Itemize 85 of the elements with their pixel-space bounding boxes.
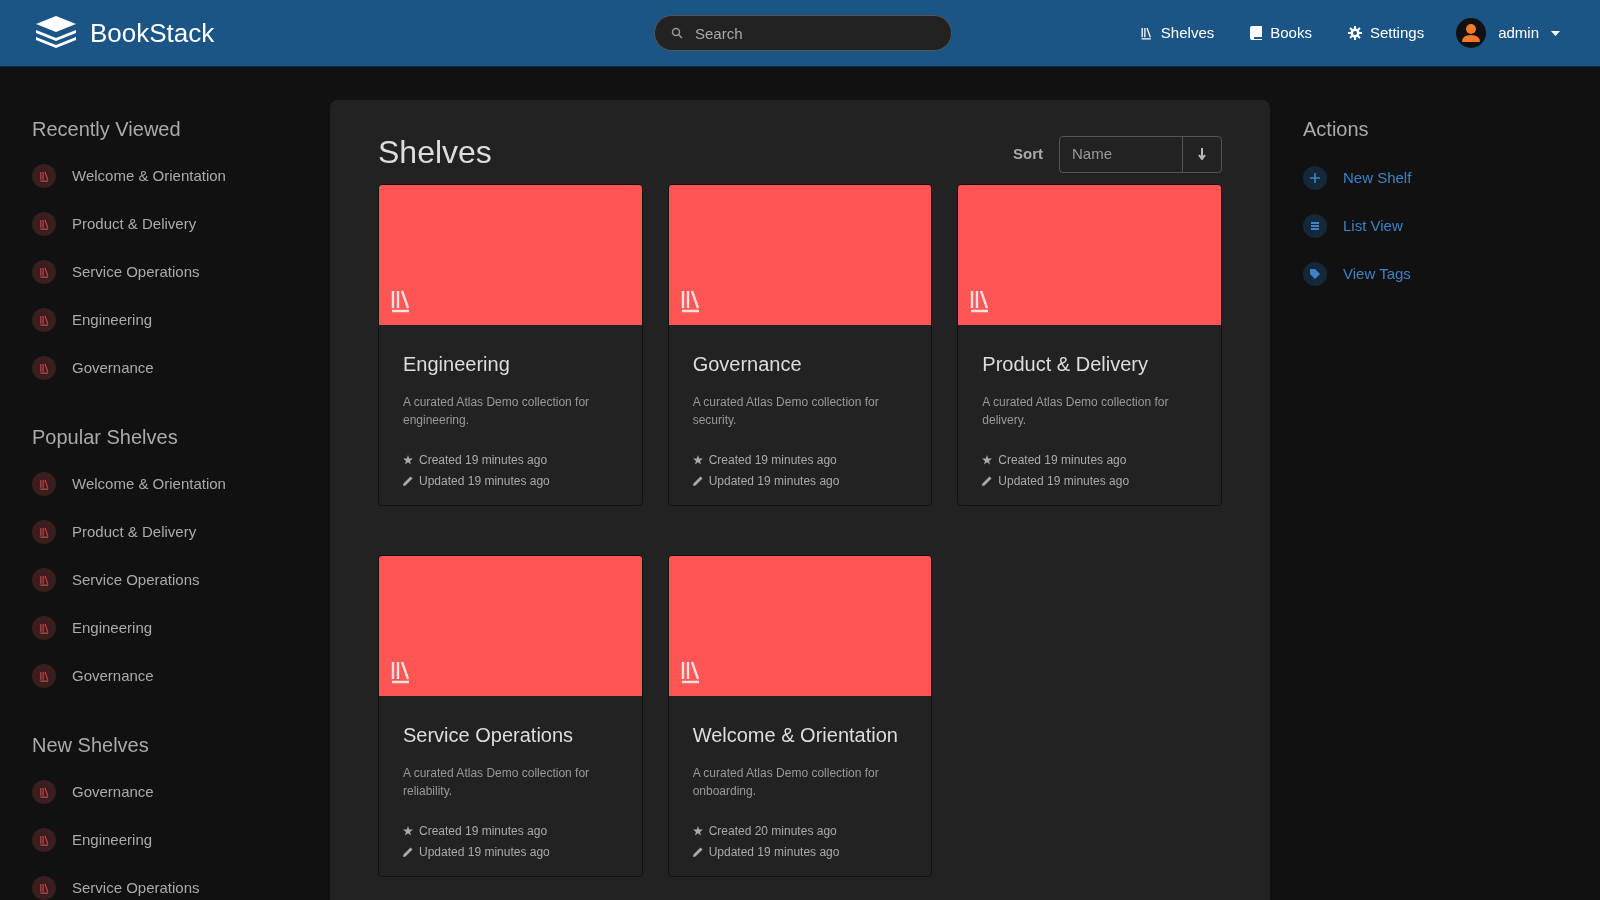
meta-text: Created 19 minutes ago xyxy=(419,823,548,840)
section-title: New Shelves xyxy=(32,733,150,758)
shelf-link[interactable]: Governance xyxy=(32,664,330,688)
tag-icon xyxy=(1303,262,1327,286)
star-icon xyxy=(982,455,993,465)
shelf-card[interactable]: Service Operations A curated Atlas Demo collection for reliability. Created 19 minutes ago Updated 19 minutes ago xyxy=(378,555,643,877)
shelf-description: A curated Atlas Demo collection for reliability. xyxy=(403,765,591,800)
shelf-link[interactable]: Service Operations xyxy=(32,568,330,592)
shelf-icon xyxy=(32,780,56,804)
shelf-title: Welcome & Orientation xyxy=(692,723,899,748)
shelf-card[interactable]: Engineering A curated Atlas Demo collection for engineering. Created 19 minutes ago Updated 19 minutes ago xyxy=(378,184,643,506)
pencil-icon xyxy=(982,476,993,486)
action-link[interactable]: List View xyxy=(1303,210,1412,242)
shelf-icon xyxy=(32,356,56,380)
shelf-link[interactable]: Product & Delivery xyxy=(32,212,330,236)
meta-text: Updated 19 minutes ago xyxy=(708,473,840,490)
shelf-description: A curated Atlas Demo collection for security. xyxy=(692,394,880,429)
nav-link[interactable]: Shelves xyxy=(1139,21,1215,45)
shelf-icon xyxy=(32,568,56,592)
meta-text: Updated 19 minutes ago xyxy=(998,473,1130,490)
shelf-card[interactable]: Governance A curated Atlas Demo collection for security. Created 19 minutes ago Updated 19 minutes ago xyxy=(667,184,933,506)
section-title: Recently Viewed xyxy=(32,117,182,142)
shelf-icon xyxy=(32,472,56,496)
pencil-icon xyxy=(692,847,703,857)
shelf-description: A curated Atlas Demo collection for delivery. xyxy=(982,394,1170,429)
shelf-link[interactable]: Service Operations xyxy=(32,876,330,900)
shelf-link[interactable]: Welcome & Orientation xyxy=(32,164,330,188)
nav-link[interactable]: Settings xyxy=(1347,21,1425,45)
shelf-link[interactable]: Welcome & Orientation xyxy=(32,472,330,496)
sort-label: Sort xyxy=(1013,143,1043,164)
meta-text: Created 19 minutes ago xyxy=(419,452,548,469)
search-field[interactable]: Search xyxy=(654,15,952,51)
shelf-icon xyxy=(32,664,56,688)
caret-icon xyxy=(1551,30,1560,36)
shelf-title: Engineering xyxy=(403,352,511,377)
nav-link[interactable]: Books xyxy=(1250,21,1312,45)
meta-text: Created 20 minutes ago xyxy=(708,823,837,840)
pencil-icon xyxy=(403,847,413,857)
section-title: Popular Shelves xyxy=(32,425,179,450)
shelf-icon xyxy=(32,164,56,188)
shelf-link[interactable]: Governance xyxy=(32,780,330,804)
star-icon xyxy=(692,826,703,836)
shelf-icon xyxy=(1139,26,1153,40)
shelf-card[interactable]: Welcome & Orientation A curated Atlas Demo collection for onboarding. Created 20 minutes ago Updated 19 minutes ago xyxy=(667,555,933,877)
shelf-link[interactable]: Engineering xyxy=(32,828,330,852)
shelf-link[interactable]: Product & Delivery xyxy=(32,520,330,544)
user-menu[interactable]: admin xyxy=(1456,18,1560,48)
shelf-icon xyxy=(32,212,56,236)
shelf-link[interactable]: Governance xyxy=(32,356,330,380)
page-title: Shelves xyxy=(378,133,492,172)
search-icon xyxy=(671,27,683,39)
meta-text: Updated 19 minutes ago xyxy=(419,844,550,861)
meta-text: Updated 19 minutes ago xyxy=(708,844,840,861)
pencil-icon xyxy=(403,476,413,486)
shelf-card[interactable]: Product & Delivery A curated Atlas Demo collection for delivery. Created 19 minutes ago Updated 19 minutes ago xyxy=(957,184,1222,506)
shelf-icon xyxy=(32,260,56,284)
star-icon xyxy=(692,455,703,465)
meta-text: Created 19 minutes ago xyxy=(708,452,837,469)
section-title: Actions xyxy=(1303,117,1370,142)
meta-text: Updated 19 minutes ago xyxy=(419,473,550,490)
action-link[interactable]: New Shelf xyxy=(1303,162,1412,194)
pencil-icon xyxy=(692,476,703,486)
shelf-icon xyxy=(32,828,56,852)
shelf-title: Product & Delivery xyxy=(982,352,1149,377)
plus-icon xyxy=(1303,166,1327,190)
gear-icon xyxy=(1347,26,1362,40)
shelf-title: Governance xyxy=(692,352,803,377)
action-link[interactable]: View Tags xyxy=(1303,258,1412,290)
shelf-icon xyxy=(32,876,56,900)
shelf-description: A curated Atlas Demo collection for engineering. xyxy=(403,394,591,429)
shelf-link[interactable]: Engineering xyxy=(32,308,330,332)
star-icon xyxy=(403,455,413,465)
shelf-icon xyxy=(32,616,56,640)
app-name[interactable]: BookStack xyxy=(90,13,215,53)
shelf-link[interactable]: Engineering xyxy=(32,616,330,640)
shelf-icon xyxy=(32,520,56,544)
star-icon xyxy=(403,826,413,836)
shelf-link[interactable]: Service Operations xyxy=(32,260,330,284)
shelf-title: Service Operations xyxy=(403,723,575,748)
meta-text: Created 19 minutes ago xyxy=(998,452,1127,469)
list-icon xyxy=(1303,214,1327,238)
book-icon xyxy=(1250,26,1263,40)
shelf-icon xyxy=(32,308,56,332)
avatar-icon xyxy=(1456,18,1487,48)
shelf-description: A curated Atlas Demo collection for onboarding. xyxy=(692,765,880,800)
